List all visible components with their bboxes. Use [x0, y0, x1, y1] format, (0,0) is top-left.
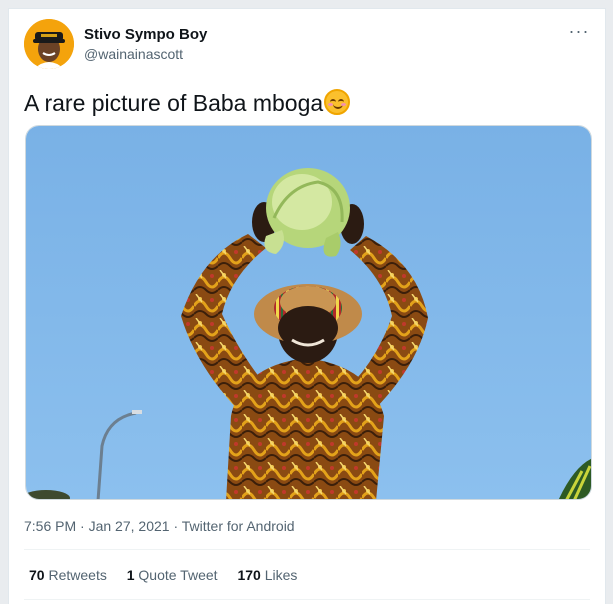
- photo-image: [26, 126, 591, 499]
- tweet-date[interactable]: Jan 27, 2021: [89, 518, 170, 534]
- divider: [24, 549, 590, 550]
- meta-separator: ·: [76, 518, 89, 534]
- retweets-count: 70: [29, 567, 45, 583]
- engagement-stats: 70 Retweets 1 Quote Tweet 170 Likes: [29, 566, 313, 584]
- tweet-meta: 7:56 PM · Jan 27, 2021 · Twitter for And…: [24, 517, 295, 535]
- tweet-time[interactable]: 7:56 PM: [24, 518, 76, 534]
- quote-tweets-count: 1: [126, 567, 135, 583]
- likes-count: 170: [237, 567, 261, 583]
- author-display-name[interactable]: Stivo Sympo Boy: [84, 25, 207, 45]
- divider: [24, 599, 590, 600]
- avatar-image: [24, 19, 74, 69]
- likes-label: Likes: [264, 567, 298, 583]
- likes-stat[interactable]: 170 Likes: [237, 566, 297, 584]
- smiling-face-emoji-icon: [324, 89, 351, 115]
- tweet-card: Stivo Sympo Boy @wainainascott ··· A rar…: [8, 8, 606, 604]
- retweets-stat[interactable]: 70 Retweets: [29, 566, 107, 584]
- meta-separator: ·: [169, 518, 182, 534]
- author-handle[interactable]: @wainainascott: [84, 45, 207, 63]
- tweet-source[interactable]: Twitter for Android: [182, 518, 295, 534]
- tweet-text-content: A rare picture of Baba mboga: [24, 90, 324, 116]
- tweet-header: Stivo Sympo Boy @wainainascott ···: [9, 9, 605, 79]
- more-options-icon[interactable]: ···: [567, 22, 591, 45]
- quote-tweets-label: Quote Tweet: [138, 567, 218, 583]
- avatar[interactable]: [24, 19, 74, 69]
- author-block[interactable]: Stivo Sympo Boy @wainainascott: [84, 25, 207, 63]
- tweet-text: A rare picture of Baba mboga: [24, 89, 351, 117]
- tweet-photo[interactable]: [25, 125, 592, 500]
- retweets-label: Retweets: [48, 567, 107, 583]
- quote-tweets-stat[interactable]: 1 Quote Tweet: [127, 566, 218, 584]
